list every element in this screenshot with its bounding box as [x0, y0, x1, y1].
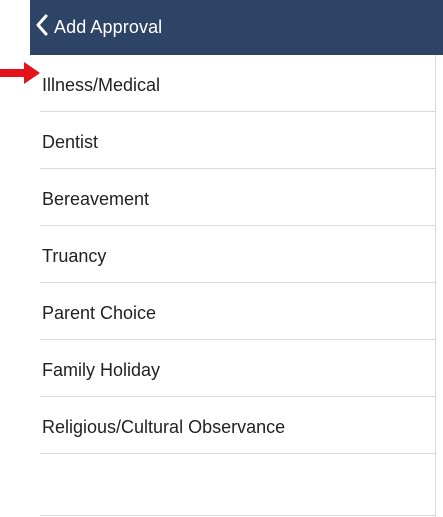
list-item-label: Family Holiday: [42, 360, 161, 380]
back-button[interactable]: Add Approval: [30, 0, 162, 55]
list-item-label: Dentist: [42, 132, 99, 152]
nav-bar: Add Approval: [30, 0, 443, 55]
list-item-religious-cultural-observance[interactable]: Religious/Cultural Observance: [30, 397, 435, 454]
list-item-label: Truancy: [42, 246, 107, 266]
approval-type-list: Illness/Medical Dentist Bereavement Trua…: [30, 55, 435, 511]
list-item-label: Religious/Cultural Observance: [42, 417, 286, 437]
page-title: Add Approval: [54, 17, 163, 37]
chevron-left-icon: [34, 14, 54, 41]
list-item-empty: [30, 454, 435, 511]
list-item-family-holiday[interactable]: Family Holiday: [30, 340, 435, 397]
list-item-label: Parent Choice: [42, 303, 157, 323]
list-item-label: Bereavement: [42, 189, 150, 209]
list-item-parent-choice[interactable]: Parent Choice: [30, 283, 435, 340]
app-frame: Add Approval Illness/Medical Dentist Ber…: [0, 0, 443, 517]
panel-edge: [435, 55, 436, 517]
red-arrow-icon: [0, 60, 42, 86]
bottom-divider: [40, 515, 435, 516]
approval-type-list-panel: Illness/Medical Dentist Bereavement Trua…: [30, 55, 435, 517]
list-item-dentist[interactable]: Dentist: [30, 112, 435, 169]
list-item-label: Illness/Medical: [42, 75, 161, 95]
list-item-bereavement[interactable]: Bereavement: [30, 169, 435, 226]
list-item-truancy[interactable]: Truancy: [30, 226, 435, 283]
list-item-illness-medical[interactable]: Illness/Medical: [30, 55, 435, 112]
